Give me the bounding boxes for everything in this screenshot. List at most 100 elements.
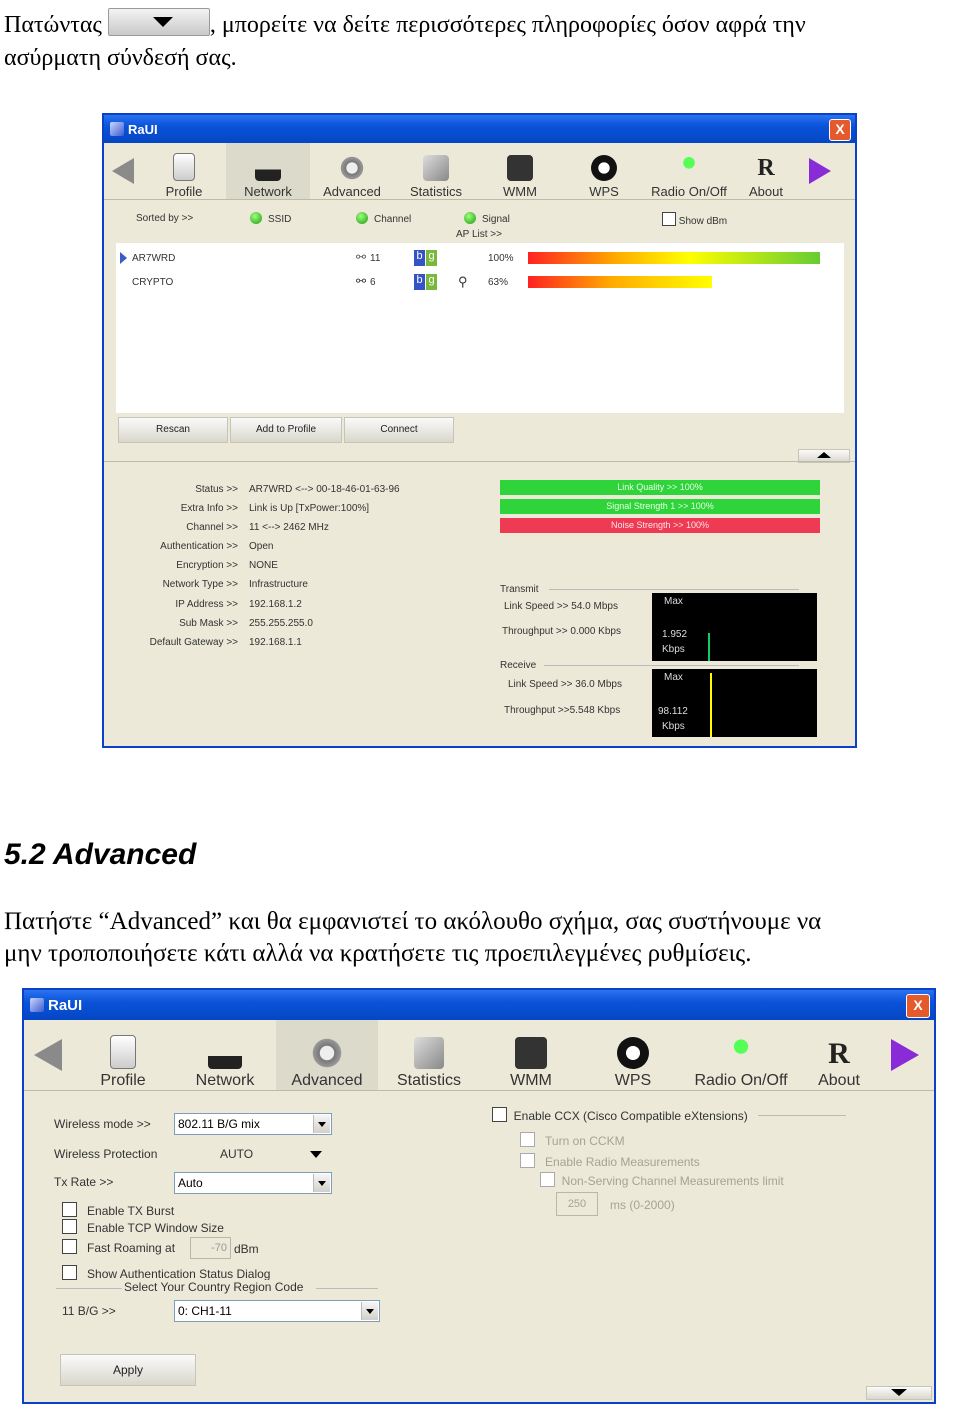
fast-roaming-input[interactable]: -70 — [190, 1237, 231, 1259]
enable-ccx-checkbox[interactable]: Enable CCX (Cisco Compatible eXtensions) — [492, 1107, 748, 1123]
tab-label: WMM — [503, 184, 537, 199]
info-labels: Status >> Extra Info >> Channel >> Authenti… — [104, 484, 238, 656]
signal-strength-bar: Signal Strength 1 >> 100% — [500, 499, 820, 514]
tab-label: Network — [244, 184, 292, 199]
tx-rate-select[interactable]: Auto — [174, 1172, 332, 1194]
ralink-logo-icon: R — [757, 155, 775, 181]
non-serving-checkbox[interactable]: Non-Serving Channel Measurements limit — [540, 1172, 784, 1188]
tab-label: About — [749, 184, 783, 199]
calculator-icon — [423, 155, 449, 181]
ap-list-label: AP List >> — [456, 229, 502, 240]
tab-profile[interactable]: Profile — [72, 1020, 174, 1090]
enable-tcp-window-checkbox[interactable]: Enable TCP Window Size — [62, 1219, 224, 1235]
tab-wps[interactable]: WPS — [582, 1020, 684, 1090]
tab-wmm[interactable]: WMM — [478, 143, 562, 199]
forward-button[interactable] — [880, 1020, 930, 1090]
tab-profile[interactable]: Profile — [142, 143, 226, 199]
ap-ssid: AR7WRD — [132, 253, 176, 264]
measurement-limit-input[interactable]: 250 — [556, 1192, 598, 1216]
checkbox-label: Turn on CCKM — [545, 1134, 625, 1148]
tab-label: Advanced — [323, 184, 381, 199]
info-label: Sub Mask >> — [179, 617, 238, 629]
close-button[interactable]: X — [829, 119, 851, 141]
ap-ssid: CRYPTO — [132, 277, 174, 288]
forward-button[interactable] — [800, 143, 840, 199]
fast-roaming-checkbox[interactable]: Fast Roaming at — [62, 1239, 175, 1255]
wireless-mode-label: Wireless mode >> — [54, 1117, 151, 1131]
checkbox-label: Enable Radio Measurements — [545, 1155, 700, 1169]
arrow-right-icon — [891, 1039, 919, 1071]
checkbox-box — [62, 1265, 77, 1280]
radio-measurements-checkbox[interactable]: Enable Radio Measurements — [520, 1153, 700, 1169]
tab-label: Radio On/Off — [694, 1072, 788, 1089]
country-region-select[interactable]: 0: CH1-11 — [174, 1300, 380, 1322]
chevron-down-icon[interactable] — [310, 1151, 322, 1158]
wps-icon — [617, 1037, 649, 1069]
arrow-left-icon — [112, 158, 134, 184]
show-auth-dialog-checkbox[interactable]: Show Authentication Status Dialog — [62, 1265, 270, 1281]
gear-icon — [339, 155, 365, 181]
list-item[interactable]: AR7WRD ⚯ 11 b g 100% — [116, 249, 844, 269]
mode-g-badge: g — [426, 274, 437, 290]
key-icon: ⚲ — [458, 274, 468, 289]
tab-wmm[interactable]: WMM — [480, 1020, 582, 1090]
checkbox-box — [492, 1107, 507, 1122]
country-band-label: 11 B/G >> — [62, 1304, 116, 1318]
tab-radio[interactable]: Radio On/Off — [684, 1020, 798, 1090]
enable-tx-burst-checkbox[interactable]: Enable TX Burst — [62, 1202, 174, 1218]
wps-icon — [591, 155, 617, 181]
divider — [316, 1288, 378, 1289]
toolbar: Profile Network Advanced Statistics WMM … — [24, 1020, 934, 1091]
country-region-title: Select Your Country Region Code — [122, 1280, 306, 1294]
tab-wps[interactable]: WPS — [562, 143, 646, 199]
intro-line-2: ασύρματη σύνδεσή σας. — [4, 45, 237, 71]
ms-unit: ms (0-2000) — [610, 1198, 675, 1212]
chevron-up-icon — [817, 452, 831, 458]
close-button[interactable]: X — [906, 994, 930, 1018]
ap-signal: 100% — [488, 253, 514, 264]
tab-advanced[interactable]: Advanced — [310, 143, 394, 199]
tab-statistics[interactable]: Statistics — [394, 143, 478, 199]
ralink-logo-icon: R — [828, 1037, 850, 1070]
info-label: IP Address >> — [175, 598, 238, 610]
cckm-checkbox[interactable]: Turn on CCKM — [520, 1132, 625, 1148]
tab-statistics[interactable]: Statistics — [378, 1020, 480, 1090]
show-dbm-checkbox[interactable]: Show dBm — [662, 212, 727, 227]
chevron-down-icon — [891, 1389, 907, 1396]
graph-value: 1.952 — [662, 629, 688, 640]
expand-button[interactable] — [866, 1386, 932, 1400]
tab-about[interactable]: R About — [732, 143, 800, 199]
graph-value: 98.112 — [658, 706, 688, 717]
info-label: Channel >> — [186, 522, 238, 534]
back-button[interactable] — [24, 1020, 72, 1090]
sort-ssid[interactable]: SSID — [250, 212, 291, 225]
radio-on-icon — [464, 212, 476, 224]
tab-advanced[interactable]: Advanced — [276, 1020, 378, 1090]
tab-network[interactable]: Network — [174, 1020, 276, 1090]
ap-channel: 11 — [370, 253, 381, 264]
info-label: Network Type >> — [162, 579, 238, 591]
tab-label: Advanced — [291, 1072, 363, 1089]
connect-button[interactable]: Connect — [344, 417, 454, 443]
tab-network[interactable]: Network — [226, 143, 310, 199]
tab-label: Profile — [165, 184, 203, 199]
tab-radio[interactable]: Radio On/Off — [646, 143, 732, 199]
wireless-protection-value[interactable]: AUTO — [220, 1147, 253, 1161]
add-to-profile-button[interactable]: Add to Profile — [230, 417, 342, 443]
info-value: 192.168.1.2 — [249, 598, 302, 610]
section-heading: 5.2 Advanced — [4, 838, 197, 871]
back-button[interactable] — [104, 143, 142, 199]
apply-button[interactable]: Apply — [60, 1354, 196, 1386]
app-icon — [30, 998, 44, 1012]
list-item[interactable]: CRYPTO ⚯ 6 b g ⚲ 63% — [116, 273, 844, 293]
gear-icon — [310, 1037, 344, 1069]
wireless-mode-select[interactable]: 802.11 B/G mix — [174, 1113, 332, 1135]
mode-b-badge: b — [414, 250, 425, 266]
sort-channel[interactable]: Channel — [356, 212, 411, 225]
rescan-button[interactable]: Rescan — [118, 417, 228, 443]
checkbox-box — [520, 1153, 535, 1168]
sort-signal[interactable]: Signal — [464, 212, 510, 225]
receive-title: Receive — [500, 660, 537, 671]
tab-about[interactable]: R About — [798, 1020, 880, 1090]
mode-b-badge: b — [414, 274, 425, 290]
